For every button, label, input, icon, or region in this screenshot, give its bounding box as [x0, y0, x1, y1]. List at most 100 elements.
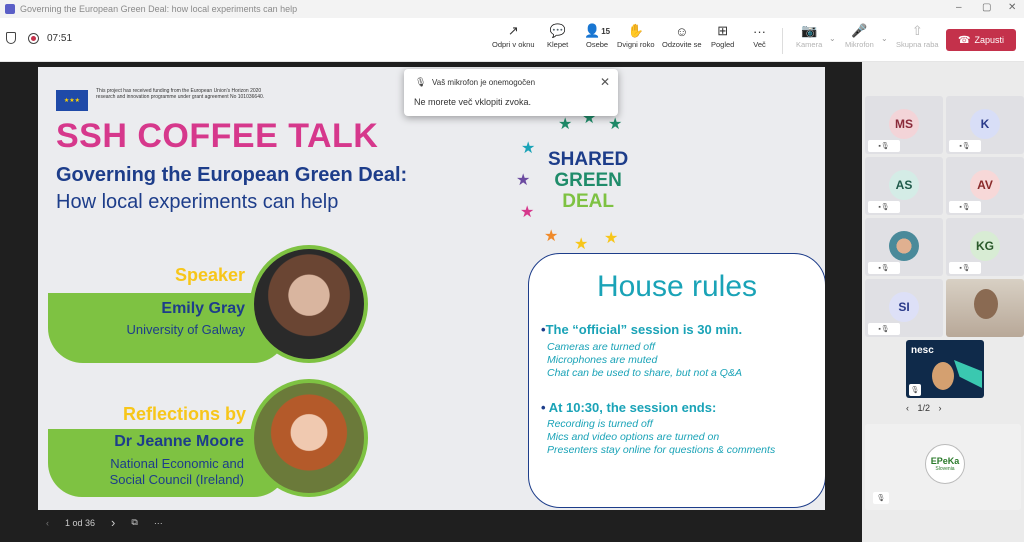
org-line: Social Council (Ireland) — [109, 472, 244, 487]
view-button[interactable]: ⊞ Pogled — [711, 22, 734, 49]
close-icon[interactable]: ✕ — [600, 75, 610, 89]
reflections-label: Reflections by — [122, 404, 246, 424]
button-label: Osebe — [585, 40, 609, 49]
mic-muted-icon: 🎙 — [909, 384, 921, 396]
rule-heading: •The “official” session is 30 min. — [541, 322, 743, 337]
eu-flag-icon: ★★★ — [56, 90, 88, 111]
participant-tile[interactable]: SI ▪︎🎙 — [865, 279, 943, 337]
smiley-icon: ☺ — [675, 23, 689, 39]
rule-item: Cameras are turned off — [547, 341, 655, 353]
close-button[interactable]: ✕ — [1008, 2, 1016, 13]
house-rules-box: House rules •The “official” session is 3… — [528, 253, 825, 508]
participant-tile[interactable]: AS ▪︎🎙 — [865, 157, 943, 215]
mic-muted-icon: ▪︎🎙 — [949, 201, 981, 213]
button-label: Več — [753, 40, 766, 49]
toast-message: Ne morete več vklopiti zvoka. — [414, 97, 532, 107]
house-rules-title: House rules — [596, 270, 758, 303]
mic-muted-icon: ▪︎🎙 — [868, 262, 900, 274]
logo-line: GREEN — [554, 170, 622, 191]
mic-icon: 🎤 — [851, 23, 868, 38]
people-count-badge: 15 — [601, 26, 611, 36]
mic-muted-icon: ▪︎🎙 — [868, 201, 900, 213]
toolbar-left: 07:51 — [6, 32, 72, 44]
chevron-left-icon[interactable]: ‹ — [906, 403, 909, 413]
participant-video[interactable] — [946, 279, 1024, 337]
mic-button[interactable]: 🎤 Mikrofon — [845, 22, 874, 49]
chat-button[interactable]: 💬 Klepet — [547, 22, 568, 49]
logo-line: SHARED — [548, 149, 629, 170]
participant-tile[interactable]: AV ▪︎🎙 — [946, 157, 1024, 215]
chevron-down-icon[interactable]: ⌄ — [881, 34, 888, 43]
slide-subtitle-2: How local experiments can help — [56, 191, 339, 213]
minimize-button[interactable]: – — [956, 2, 962, 13]
meeting-toolbar: 07:51 ↗ Odpri v oknu 💬 Klepet 👤 15 Osebe … — [0, 18, 1024, 62]
ellipsis-icon: ··· — [753, 23, 766, 39]
open-window-icon: ↗ — [507, 23, 519, 38]
participant-video[interactable]: nesc 🎙 — [906, 340, 984, 398]
participant-tile[interactable]: MS ▪︎🎙 — [865, 96, 943, 154]
speaker-name: Emily Gray — [161, 300, 245, 317]
chevron-right-icon[interactable]: › — [939, 403, 942, 413]
shield-icon[interactable] — [6, 32, 16, 44]
svg-text:★: ★ — [520, 204, 534, 221]
participant-pager: ‹ 1/2 › — [906, 403, 942, 413]
avatar: SI — [889, 292, 919, 322]
avatar: KG — [970, 231, 1000, 261]
avatar: AV — [970, 170, 1000, 200]
leave-button[interactable]: ☎ Zapusti — [946, 29, 1016, 51]
button-label: Skupna raba — [896, 40, 939, 49]
more-button[interactable]: ··· Več — [753, 22, 766, 50]
rule-item: Microphones are muted — [547, 354, 658, 366]
rule-item: Chat can be used to share, but not a Q&A — [547, 367, 742, 379]
participant-tile[interactable]: ▪︎🎙 — [865, 218, 943, 276]
svg-text:★: ★ — [574, 236, 588, 251]
avatar: MS — [889, 109, 919, 139]
mic-muted-icon: 🎙 — [873, 492, 889, 504]
toast-title: Vaš mikrofon je onemogočen — [432, 78, 536, 87]
epeka-name: EPeKa — [930, 456, 960, 466]
participant-tile[interactable]: K ▪︎🎙 — [946, 96, 1024, 154]
react-button[interactable]: ☺ Odzovite se — [662, 22, 702, 50]
reflections-org: National Economic and Social Council (Ir… — [78, 456, 244, 488]
raise-hand-button[interactable]: ✋ Dvigni roko — [617, 22, 655, 49]
person-silhouette — [932, 362, 954, 390]
rule-item: Recording is turned off — [547, 418, 653, 430]
svg-text:★: ★ — [544, 228, 558, 245]
logo-text: SHARED GREEN DEAL — [548, 149, 628, 212]
decor-shape — [954, 360, 982, 388]
svg-text:★: ★ — [558, 116, 572, 133]
mic-off-icon: 🎙 — [415, 77, 427, 87]
open-in-window-button[interactable]: ↗ Odpri v oknu — [492, 22, 535, 49]
avatar: AS — [889, 170, 919, 200]
grid-icon: ⊞ — [717, 23, 729, 38]
logo-line: DEAL — [562, 191, 614, 212]
speaker-label: Speaker — [174, 265, 245, 285]
share-button[interactable]: ⇧ Skupna raba — [896, 22, 939, 49]
participant-tile[interactable]: KG ▪︎🎙 — [946, 218, 1024, 276]
people-icon: 👤 15 — [584, 23, 611, 38]
speaker-photo — [250, 245, 368, 363]
button-label: Mikrofon — [845, 40, 874, 49]
chevron-down-icon[interactable]: ⌄ — [829, 34, 836, 43]
rule-heading: • At 10:30, the session ends: — [541, 400, 717, 415]
ellipsis-icon[interactable]: ··· — [154, 518, 163, 528]
eu-funding-text: This project has received funding from t… — [96, 88, 265, 100]
people-button[interactable]: 👤 15 Osebe — [584, 22, 610, 49]
thumbnails-icon[interactable]: ⧉ — [131, 517, 137, 528]
participants-panel: MS ▪︎🎙 K ▪︎🎙 AS ▪︎🎙 AV ▪︎🎙 ▪︎🎙 KG ▪︎🎙 SI… — [862, 62, 1024, 542]
camera-button[interactable]: 📷 Kamera — [796, 22, 822, 49]
divider — [782, 28, 783, 54]
title-bar: Governing the European Green Deal: how l… — [0, 0, 1024, 18]
maximize-button[interactable]: ▢ — [982, 2, 991, 13]
slide-counter: 1 od 36 — [65, 517, 96, 528]
participant-tile[interactable]: EPeKa Slovenia 🎙 — [865, 424, 1021, 510]
mic-muted-icon: ▪︎🎙 — [868, 323, 900, 335]
rule-item: Mics and video options are turned on — [547, 431, 720, 443]
share-icon: ⇧ — [911, 23, 923, 38]
chevron-right-icon[interactable]: › — [111, 515, 115, 530]
reflections-name: Dr Jeanne Moore — [114, 433, 244, 450]
button-label: Klepet — [547, 40, 569, 49]
svg-text:★: ★ — [516, 172, 530, 189]
leave-label: Zapusti — [974, 35, 1004, 45]
chevron-left-icon[interactable]: ‹ — [46, 518, 49, 528]
